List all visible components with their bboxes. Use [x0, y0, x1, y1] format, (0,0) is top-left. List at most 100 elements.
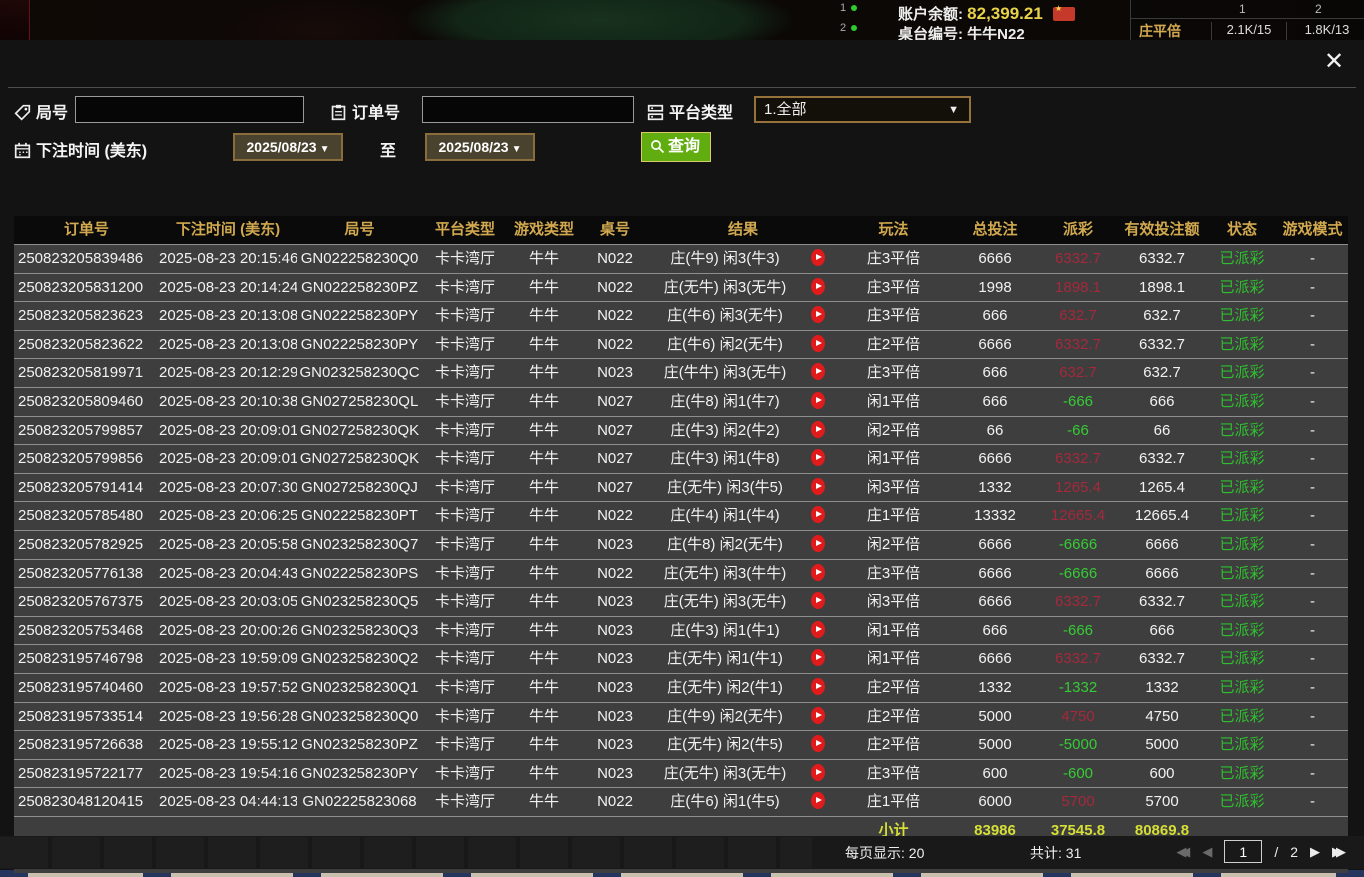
cell-order-id: 250823205753468	[14, 617, 159, 645]
cell-play-type: 庄3平倍	[836, 302, 951, 330]
prev-page-icon[interactable]: ◀	[1202, 844, 1212, 860]
search-button[interactable]: 查询	[641, 132, 711, 162]
play-icon[interactable]	[811, 421, 825, 438]
play-icon[interactable]	[811, 649, 825, 666]
table-row[interactable]: 250823205809460 2025-08-23 20:10:38 GN02…	[14, 387, 1348, 416]
cell-valid-bet: 5000	[1117, 731, 1207, 759]
table-row[interactable]: 250823205767375 2025-08-23 20:03:05 GN02…	[14, 587, 1348, 616]
play-icon[interactable]	[811, 363, 825, 380]
cell-bet-time: 2025-08-23 19:55:12	[159, 731, 297, 759]
cell-payout: 1265.4	[1039, 474, 1117, 502]
play-icon[interactable]	[811, 735, 825, 752]
cell-payout: 1898.1	[1039, 274, 1117, 302]
play-icon[interactable]	[811, 278, 825, 295]
cell-result: 庄(牛3) 闲1(牛1)	[650, 617, 800, 645]
cell-bet-time: 2025-08-23 20:13:08	[159, 331, 297, 359]
table-row[interactable]: 250823048120415 2025-08-23 04:44:13 GN02…	[14, 787, 1348, 816]
table-row[interactable]: 250823205799856 2025-08-23 20:09:01 GN02…	[14, 444, 1348, 473]
table-row[interactable]: 250823195726638 2025-08-23 19:55:12 GN02…	[14, 730, 1348, 759]
play-icon[interactable]	[811, 249, 825, 266]
table-row[interactable]: 250823195740460 2025-08-23 19:57:52 GN02…	[14, 673, 1348, 702]
header-valid-bet: 有效投注额	[1117, 216, 1207, 244]
next-page-icon[interactable]: ▶	[1310, 844, 1320, 860]
play-icon[interactable]	[811, 449, 825, 466]
cell-status: 已派彩	[1207, 359, 1277, 387]
order-input[interactable]	[422, 96, 634, 123]
table-row[interactable]: 250823205823622 2025-08-23 20:13:08 GN02…	[14, 330, 1348, 359]
play-icon[interactable]	[811, 707, 825, 724]
play-icon[interactable]	[811, 335, 825, 352]
cell-table-no: N022	[580, 560, 650, 588]
cell-round-id: GN022258230Q0	[297, 245, 422, 273]
table-row[interactable]: 250823195746798 2025-08-23 19:59:09 GN02…	[14, 644, 1348, 673]
page-input[interactable]	[1224, 840, 1262, 863]
last-page-icon[interactable]: ▶▶	[1332, 844, 1346, 860]
play-icon[interactable]	[811, 792, 825, 809]
play-icon[interactable]	[811, 535, 825, 552]
cell-bet-time: 2025-08-23 20:04:43	[159, 560, 297, 588]
play-icon[interactable]	[811, 564, 825, 581]
cell-game-mode: -	[1277, 531, 1348, 559]
cell-game-type: 牛牛	[508, 760, 580, 788]
play-icon[interactable]	[811, 478, 825, 495]
play-icon[interactable]	[811, 621, 825, 638]
table-row[interactable]: 250823205785480 2025-08-23 20:06:25 GN02…	[14, 501, 1348, 530]
cell-order-id: 250823195740460	[14, 674, 159, 702]
cell-result: 庄(牛4) 闲1(牛4)	[650, 502, 800, 530]
table-row[interactable]: 250823205823623 2025-08-23 20:13:08 GN02…	[14, 301, 1348, 330]
cell-result: 庄(牛6) 闲1(牛5)	[650, 788, 800, 816]
table-row[interactable]: 250823205753468 2025-08-23 20:00:26 GN02…	[14, 616, 1348, 645]
cell-status: 已派彩	[1207, 560, 1277, 588]
date-from-picker[interactable]: 2025/08/23▼	[233, 133, 343, 161]
cell-valid-bet: 12665.4	[1117, 502, 1207, 530]
cell-valid-bet: 6332.7	[1117, 645, 1207, 673]
header-bet-time: 下注时间 (美东)	[159, 216, 297, 244]
chevron-down-icon: ▼	[512, 144, 522, 155]
close-icon[interactable]: ✕	[1320, 48, 1348, 76]
account-balance: 账户余额: 82,399.21	[898, 3, 1075, 24]
cell-payout: 632.7	[1039, 302, 1117, 330]
cell-platform: 卡卡湾厅	[422, 245, 508, 273]
table-row[interactable]: 250823205791414 2025-08-23 20:07:30 GN02…	[14, 473, 1348, 502]
platform-select[interactable]: 1.全部 ▼	[754, 96, 971, 123]
cell-status: 已派彩	[1207, 388, 1277, 416]
play-icon[interactable]	[811, 392, 825, 409]
play-icon[interactable]	[811, 306, 825, 323]
date-to-picker[interactable]: 2025/08/23▼	[425, 133, 535, 161]
table-row[interactable]: 250823205831200 2025-08-23 20:14:24 GN02…	[14, 273, 1348, 302]
table-row[interactable]: 250823205776138 2025-08-23 20:04:43 GN02…	[14, 559, 1348, 588]
clipboard-icon	[330, 104, 347, 126]
play-icon[interactable]	[811, 506, 825, 523]
cell-result: 庄(无牛) 闲2(牛5)	[650, 731, 800, 759]
cell-round-id: GN027258230QJ	[297, 474, 422, 502]
round-input[interactable]	[75, 96, 304, 123]
first-page-icon[interactable]: ◀◀	[1176, 844, 1190, 860]
cell-game-type: 牛牛	[508, 302, 580, 330]
cell-table-no: N027	[580, 474, 650, 502]
pager-controls: ◀◀ ◀ / 2 ▶ ▶▶	[1176, 840, 1346, 863]
play-icon[interactable]	[811, 678, 825, 695]
cell-game-mode: -	[1277, 645, 1348, 673]
table-row[interactable]: 250823195722177 2025-08-23 19:54:16 GN02…	[14, 759, 1348, 788]
balance-label: 账户余额:	[898, 6, 963, 23]
cell-status: 已派彩	[1207, 274, 1277, 302]
cell-result: 庄(无牛) 闲3(无牛)	[650, 588, 800, 616]
cell-total-bet: 666	[951, 359, 1039, 387]
cell-order-id: 250823195726638	[14, 731, 159, 759]
cell-bet-time: 2025-08-23 19:59:09	[159, 645, 297, 673]
table-number-label: 桌台编号:	[898, 26, 963, 40]
cell-result: 庄(牛8) 闲1(牛7)	[650, 388, 800, 416]
cell-round-id: GN02225823068	[297, 788, 422, 816]
table-row[interactable]: 250823205819971 2025-08-23 20:12:29 GN02…	[14, 358, 1348, 387]
table-row[interactable]: 250823195733514 2025-08-23 19:56:28 GN02…	[14, 702, 1348, 731]
cell-round-id: GN023258230Q0	[297, 703, 422, 731]
table-row[interactable]: 250823205799857 2025-08-23 20:09:01 GN02…	[14, 416, 1348, 445]
play-icon[interactable]	[811, 592, 825, 609]
play-icon[interactable]	[811, 764, 825, 781]
table-row[interactable]: 250823205782925 2025-08-23 20:05:58 GN02…	[14, 530, 1348, 559]
cell-total-bet: 666	[951, 617, 1039, 645]
table-row[interactable]: 250823205839486 2025-08-23 20:15:46 GN02…	[14, 244, 1348, 273]
cell-order-id: 250823205767375	[14, 588, 159, 616]
cell-play-type: 闲1平倍	[836, 617, 951, 645]
cell-payout: -666	[1039, 388, 1117, 416]
